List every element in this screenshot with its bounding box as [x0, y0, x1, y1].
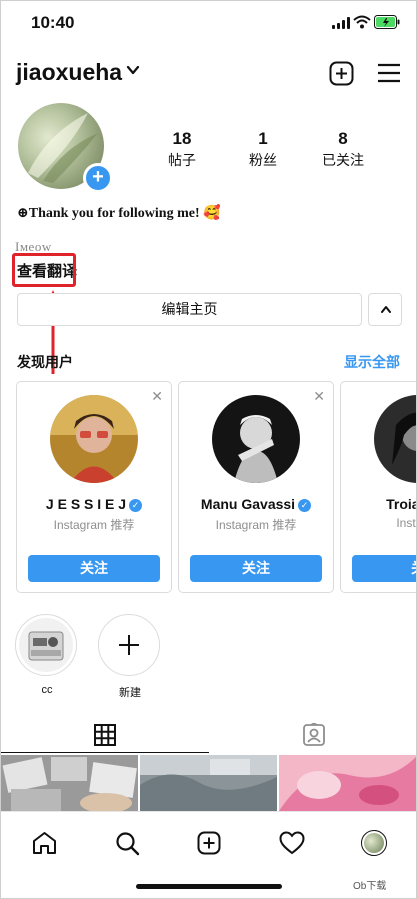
discover-people-title: 发现用户: [17, 354, 73, 370]
collapse-suggestions-button[interactable]: [368, 293, 402, 326]
suggestion-card[interactable]: ✕ J E S S I E J ✓ Instagram 推荐 关注: [16, 381, 172, 593]
post-image: [279, 755, 416, 811]
suggestion-avatar[interactable]: [374, 395, 416, 483]
suggestion-name: Manu Gavassi ✓: [179, 496, 333, 512]
signal-icon: [332, 17, 350, 29]
menu-icon[interactable]: [377, 63, 401, 83]
suggestion-photo: [50, 395, 138, 483]
suggestion-subtitle: Instagra: [396, 516, 416, 530]
followers-label: 粉丝: [249, 152, 277, 168]
screen: 10:40 jiaoxueha + 18 帖子 1 粉丝 8 已关注 ⊕Than…: [0, 0, 417, 899]
camera-highlight-image: [19, 618, 73, 672]
profile-tab[interactable]: [361, 830, 387, 856]
plus-icon: [119, 635, 139, 655]
suggestion-name-text: Manu Gavassi: [200, 496, 296, 512]
highlight-cover: [15, 614, 77, 676]
suggestion-subtitle: Instagram 推荐: [215, 518, 297, 532]
home-indicator: [136, 884, 282, 889]
new-highlight[interactable]: [98, 614, 160, 676]
highlight-label: 新建: [119, 687, 141, 699]
grid-icon[interactable]: [94, 724, 116, 746]
search-icon[interactable]: [115, 831, 140, 856]
highlight-cc[interactable]: [15, 614, 77, 676]
suggestion-name: Troian Be: [341, 496, 416, 512]
profile-avatar-icon: [364, 833, 384, 853]
wifi-icon: [353, 15, 371, 29]
following-stat[interactable]: 8 已关注: [303, 129, 383, 170]
add-post-icon[interactable]: [329, 61, 354, 86]
annotation-highlight-box: [12, 253, 76, 287]
suggestion-card[interactable]: Troian Be Instagra 关: [340, 381, 416, 593]
verified-icon: ✓: [298, 499, 312, 512]
suggestion-name-text: Troian Be: [386, 496, 416, 512]
post-thumbnail[interactable]: [140, 755, 277, 811]
watermark: Ob下载: [353, 881, 387, 892]
followers-count: 1: [258, 129, 268, 148]
suggestion-card[interactable]: ✕ Manu Gavassi ✓ Instagram 推荐 关注: [178, 381, 334, 593]
following-label: 已关注: [322, 152, 364, 168]
posts-count: 18: [172, 129, 192, 148]
follow-button[interactable]: 关注: [190, 555, 322, 582]
close-icon[interactable]: ✕: [151, 388, 163, 405]
post-thumbnail[interactable]: [1, 755, 138, 811]
see-all-link[interactable]: 显示全部: [344, 352, 400, 372]
suggestion-photo: [212, 395, 300, 483]
verified-icon: ✓: [129, 499, 143, 512]
chevron-down-icon[interactable]: [126, 63, 140, 77]
bio-text: ⊕Thank you for following me! 🥰: [17, 206, 221, 221]
battery-icon: [374, 15, 400, 29]
edit-profile-button[interactable]: 编辑主页: [17, 293, 362, 326]
suggestion-name: J E S S I E J ✓: [17, 496, 171, 512]
create-icon[interactable]: [197, 831, 221, 855]
posts-label: 帖子: [168, 152, 196, 168]
suggestion-subtitle: Instagram 推荐: [53, 518, 135, 532]
post-thumbnail[interactable]: [279, 755, 416, 811]
suggestion-avatar[interactable]: [212, 395, 300, 483]
add-story-button[interactable]: +: [83, 163, 113, 193]
heart-icon[interactable]: [279, 831, 305, 855]
followers-stat[interactable]: 1 粉丝: [223, 129, 303, 170]
posts-stat[interactable]: 18 帖子: [142, 129, 222, 170]
following-count: 8: [338, 129, 348, 148]
tagged-icon[interactable]: [302, 723, 326, 747]
username[interactable]: jiaoxueha: [16, 59, 122, 86]
close-icon[interactable]: ✕: [313, 388, 325, 405]
highlight-label: cc: [41, 684, 53, 696]
post-image: [140, 755, 277, 811]
new-highlight-ring: [98, 614, 160, 676]
home-icon[interactable]: [32, 831, 57, 855]
follow-button[interactable]: 关: [352, 555, 416, 582]
active-tab-indicator: [1, 752, 209, 753]
post-image: [1, 755, 138, 811]
suggestion-photo: [374, 395, 416, 483]
suggestion-avatar[interactable]: [50, 395, 138, 483]
chevron-up-icon: [381, 306, 391, 313]
status-time: 10:40: [31, 13, 75, 32]
suggestion-name-text: J E S S I E J: [45, 496, 127, 512]
follow-button[interactable]: 关注: [28, 555, 160, 582]
